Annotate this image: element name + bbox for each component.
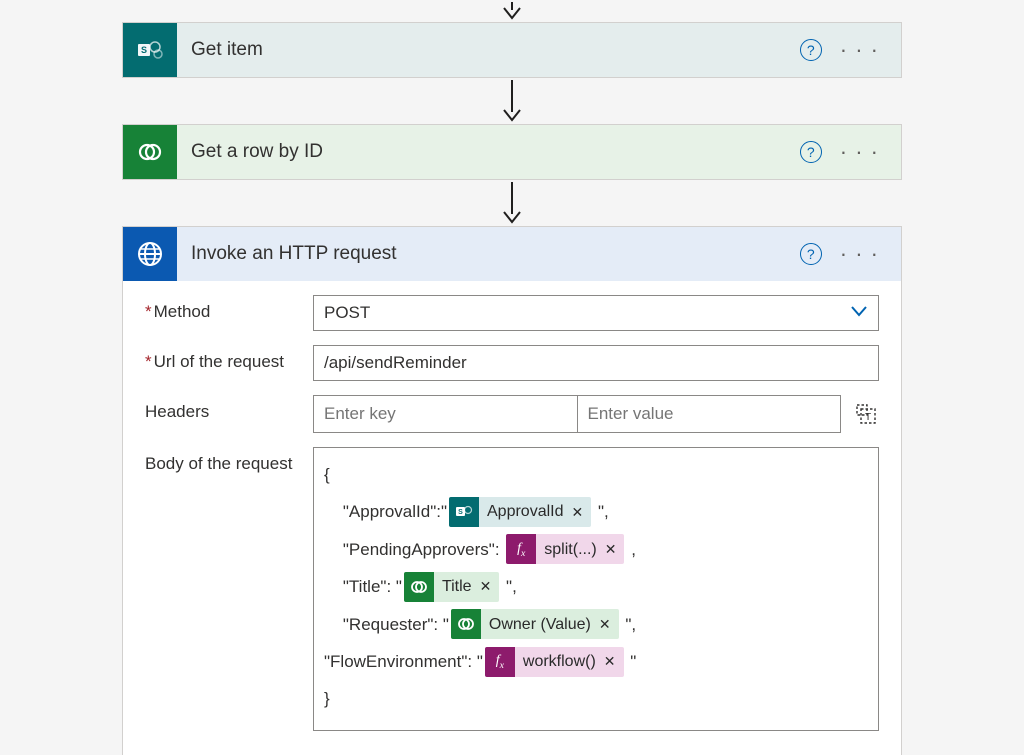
svg-text:T: T [865,412,871,423]
help-icon[interactable]: ? [800,243,822,265]
url-input[interactable] [313,345,879,381]
body-editor[interactable]: { "ApprovalId":" S ApprovalId ✕ ", "Pending… [313,447,879,731]
token-fx-icon: fx [506,534,536,564]
body-text: ", [621,606,636,643]
arrow-connector-2 [0,182,1024,224]
body-line: "Title": " Title ✕ ", [324,568,868,605]
action-get-row-by-id[interactable]: Get a row by ID ? · · · [122,124,902,180]
header-key-input[interactable] [314,396,578,432]
url-label: *Url of the request [145,345,313,372]
body-line: "ApprovalId":" S ApprovalId ✕ ", [324,493,868,530]
body-text: { [324,456,330,493]
more-menu[interactable]: · · · [836,139,883,165]
dynamic-token[interactable]: S ApprovalId ✕ [449,497,591,527]
body-label: Body of the request [145,447,313,474]
svg-text:S: S [141,45,147,55]
body-line: "PendingApprovers": fx split(...) ✕ , [324,531,868,568]
body-line: { [324,456,868,493]
remove-token-icon[interactable]: ✕ [604,647,616,677]
arrow-connector-1 [0,80,1024,122]
dynamic-token[interactable]: fx workflow() ✕ [485,647,624,677]
dataverse-icon [123,125,177,179]
arrow-connector-top [0,2,1024,20]
more-menu[interactable]: · · · [836,37,883,63]
token-label: split(...) [544,534,596,564]
help-icon[interactable]: ? [800,39,822,61]
body-line: "Requester": " Owner (Value) ✕ ", [324,606,868,643]
remove-token-icon[interactable]: ✕ [572,497,584,527]
token-label: Owner (Value) [489,609,591,639]
action-invoke-http-request[interactable]: Invoke an HTTP request ? · · · *Method P… [122,226,902,755]
body-text: " [626,643,637,680]
body-text: "Title": " [324,568,402,605]
more-menu[interactable]: · · · [836,241,883,267]
http-action-body: *Method POST *Url of the request [123,281,901,755]
headers-group [313,395,841,433]
method-label: *Method [145,295,313,322]
method-value: POST [324,303,370,323]
svg-text:S: S [458,509,463,516]
body-line: "FlowEnvironment": "fx workflow() ✕ " [324,643,868,680]
token-dv-icon [451,609,481,639]
token-fx-icon: fx [485,647,515,677]
token-label: ApprovalId [487,497,564,527]
remove-token-icon[interactable]: ✕ [480,572,492,602]
action-get-item[interactable]: S Get item ? · · · [122,22,902,78]
token-dv-icon [404,572,434,602]
dynamic-token[interactable]: fx split(...) ✕ [506,534,624,564]
body-line: } [324,680,868,717]
body-text: "ApprovalId":" [324,493,447,530]
method-select[interactable]: POST [313,295,879,331]
action-title: Invoke an HTTP request [191,243,786,265]
body-text: ", [501,568,516,605]
help-icon[interactable]: ? [800,141,822,163]
action-title: Get a row by ID [191,141,786,163]
body-text: } [324,680,330,717]
dynamic-token[interactable]: Owner (Value) ✕ [451,609,619,639]
remove-token-icon[interactable]: ✕ [605,534,617,564]
body-text: "PendingApprovers": [324,531,504,568]
token-sp-icon: S [449,497,479,527]
dynamic-token[interactable]: Title ✕ [404,572,499,602]
body-text: , [626,531,635,568]
header-value-input[interactable] [578,396,841,432]
chevron-down-icon [850,303,868,323]
remove-token-icon[interactable]: ✕ [599,609,611,639]
token-label: Title [442,572,472,602]
body-text: "Requester": " [324,606,449,643]
body-text: ", [593,493,608,530]
body-text: "FlowEnvironment": " [324,643,483,680]
action-title: Get item [191,39,786,61]
headers-label: Headers [145,395,313,422]
token-label: workflow() [523,647,596,677]
globe-icon [123,227,177,281]
sharepoint-icon: S [123,23,177,77]
switch-to-text-mode-icon[interactable]: T [853,401,879,427]
